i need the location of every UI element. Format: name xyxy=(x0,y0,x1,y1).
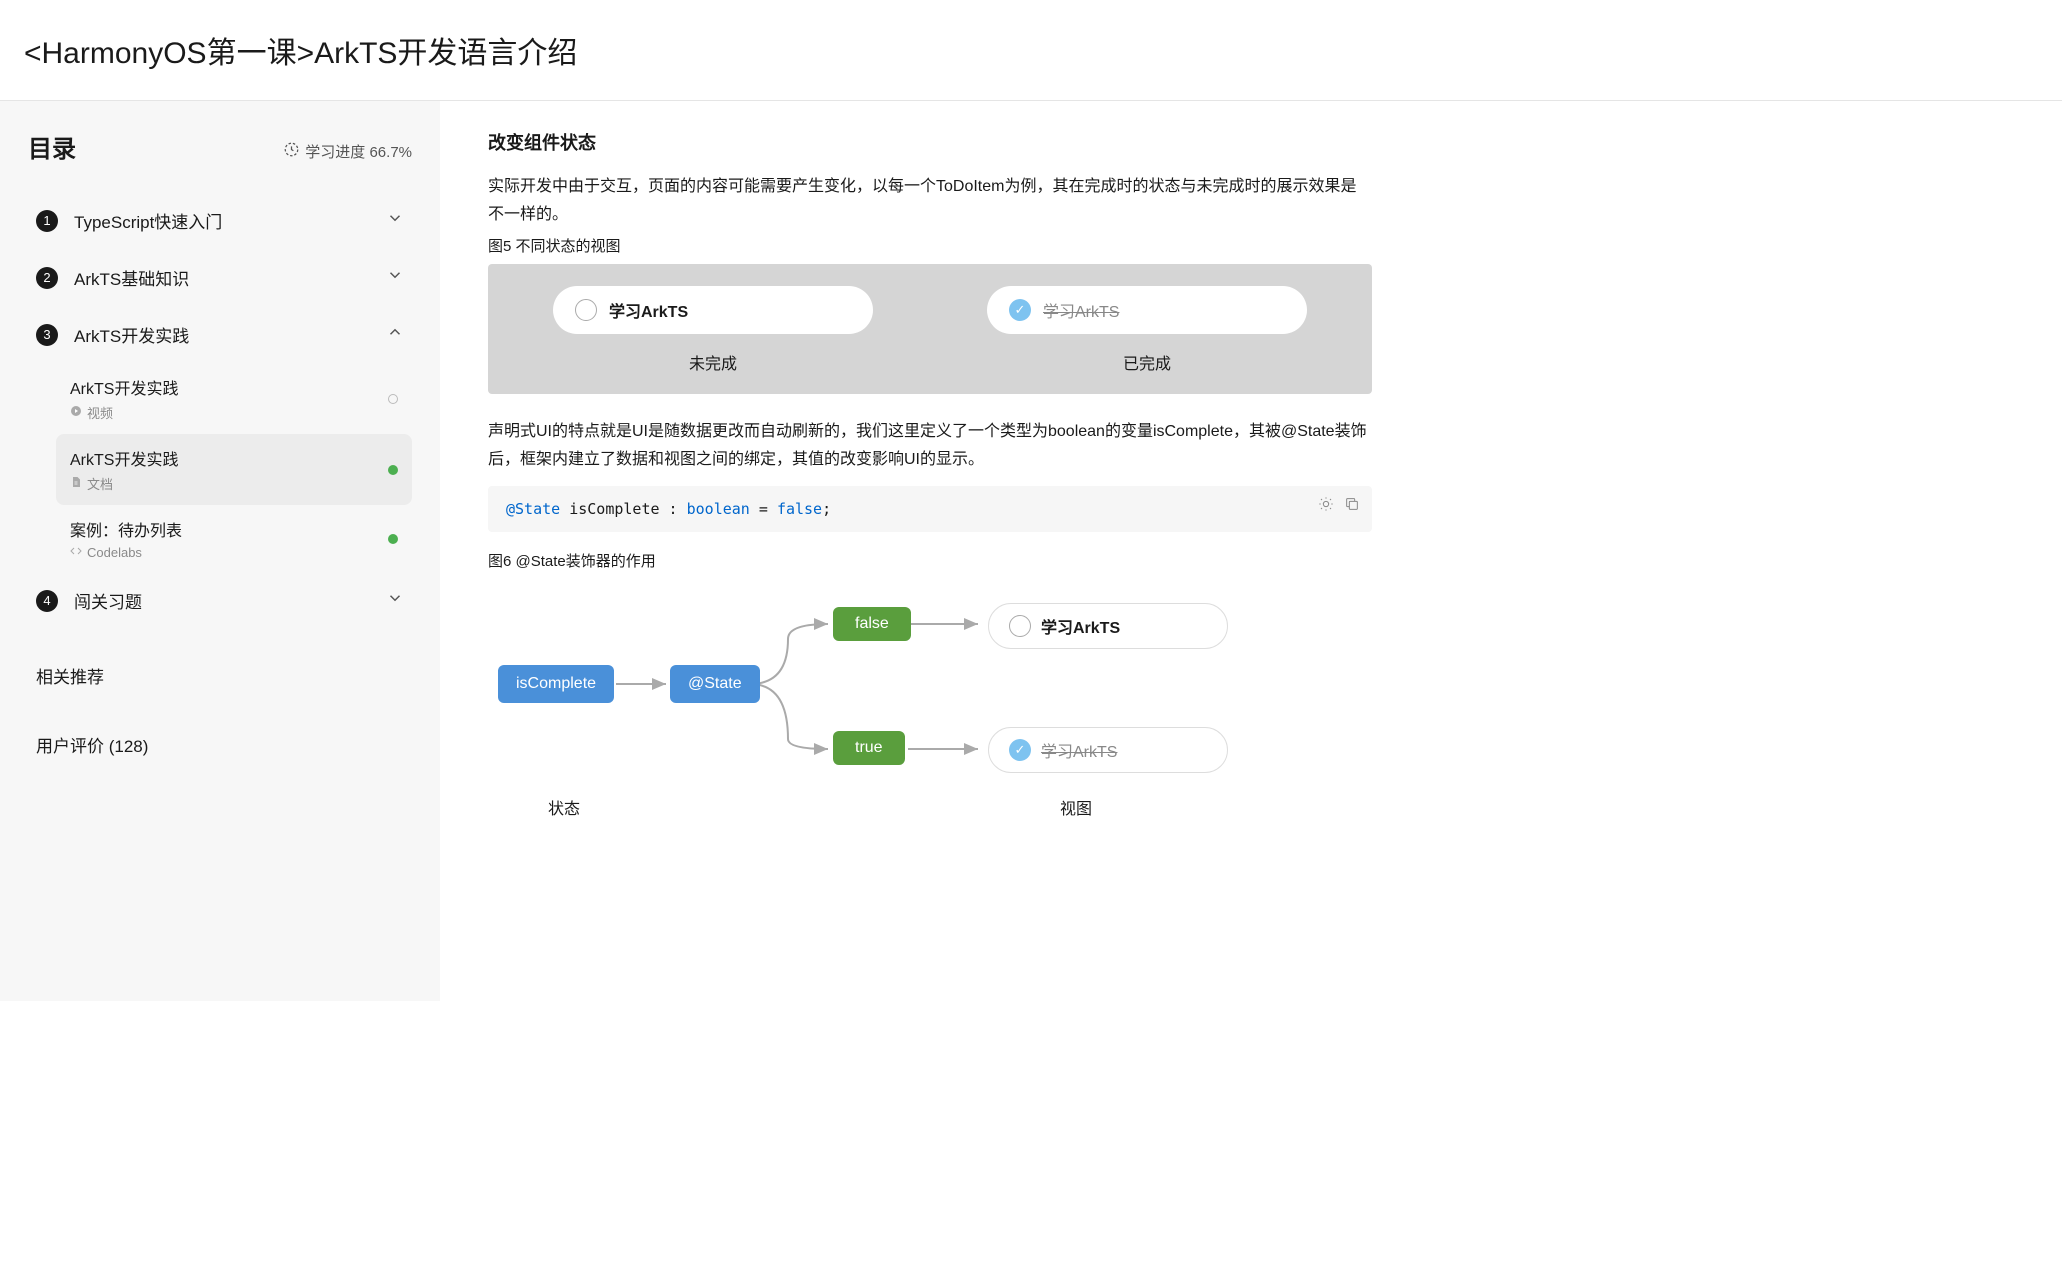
code-block: @State isComplete : boolean = false; xyxy=(488,486,1372,532)
toc-number-badge: 3 xyxy=(36,324,58,346)
code-assign: = xyxy=(750,500,777,518)
todo-text: 学习ArkTS xyxy=(609,298,688,322)
section-heading: 改变组件状态 xyxy=(488,129,1372,155)
progress-text: 学习进度 66.7% xyxy=(305,141,412,162)
sub-item-doc[interactable]: ArkTS开发实践 文档 xyxy=(56,434,412,505)
sub-item-title: ArkTS开发实践 xyxy=(70,375,398,399)
diagram-node-state: @State xyxy=(670,665,760,703)
diagram-node-variable: isComplete xyxy=(498,665,614,703)
code-decorator: @State xyxy=(506,500,560,518)
status-dot-incomplete xyxy=(388,394,398,404)
diagram-node-false: false xyxy=(833,607,911,641)
reviews-section[interactable]: 用户评价 (128) xyxy=(28,722,412,767)
figure6-axis-labels: 状态 视图 xyxy=(488,795,1372,819)
todo-card-complete: ✓ 学习ArkTS xyxy=(987,286,1307,334)
checkbox-checked-icon: ✓ xyxy=(1009,739,1031,761)
related-section[interactable]: 相关推荐 xyxy=(28,653,412,698)
figure5-caption: 图5 不同状态的视图 xyxy=(488,235,1372,256)
checkbox-empty-icon xyxy=(575,299,597,321)
play-icon xyxy=(70,405,82,420)
sub-item-video[interactable]: ArkTS开发实践 视频 xyxy=(56,363,412,434)
code-semi: ; xyxy=(822,500,831,518)
clock-icon xyxy=(284,142,299,161)
chevron-down-icon xyxy=(386,266,404,289)
toc-item-1[interactable]: 1 TypeScript快速入门 xyxy=(28,192,412,249)
state-label-complete: 已完成 xyxy=(1123,350,1171,374)
diagram-node-true: true xyxy=(833,731,905,765)
toc-number-badge: 2 xyxy=(36,267,58,289)
toc-item-4[interactable]: 4 闯关习题 xyxy=(28,572,412,629)
main-content: 改变组件状态 实际开发中由于交互，页面的内容可能需要产生变化，以每一个ToDoI… xyxy=(440,101,1420,1001)
status-dot-complete xyxy=(388,465,398,475)
toc-label: ArkTS基础知识 xyxy=(74,265,386,290)
figure5: 学习ArkTS 未完成 ✓ 学习ArkTS 已完成 xyxy=(488,264,1372,394)
toc-item-2[interactable]: 2 ArkTS基础知识 xyxy=(28,249,412,306)
theme-toggle-icon[interactable] xyxy=(1318,496,1334,516)
sub-item-title: 案例：待办列表 xyxy=(70,517,398,541)
toc-number-badge: 1 xyxy=(36,210,58,232)
code-value: false xyxy=(777,500,822,518)
sub-item-type: 文档 xyxy=(87,474,113,493)
sub-item-codelab[interactable]: 案例：待办列表 Codelabs xyxy=(56,505,412,572)
paragraph-1: 实际开发中由于交互，页面的内容可能需要产生变化，以每一个ToDoItem为例，其… xyxy=(488,173,1372,229)
chevron-down-icon xyxy=(386,209,404,232)
todo-card-incomplete: 学习ArkTS xyxy=(553,286,873,334)
view-text: 学习ArkTS xyxy=(1041,614,1120,638)
code-type: boolean xyxy=(687,500,750,518)
chevron-up-icon xyxy=(386,323,404,346)
toc-label: 闯关习题 xyxy=(74,588,386,613)
toc-label: ArkTS开发实践 xyxy=(74,322,386,347)
sub-item-title: ArkTS开发实践 xyxy=(70,446,398,470)
sub-item-type: Codelabs xyxy=(87,545,142,560)
diagram-view-complete: ✓ 学习ArkTS xyxy=(988,727,1228,773)
chevron-down-icon xyxy=(386,589,404,612)
copy-icon[interactable] xyxy=(1344,496,1360,516)
view-text-done: 学习ArkTS xyxy=(1041,738,1117,762)
todo-text-done: 学习ArkTS xyxy=(1043,298,1119,322)
state-label-incomplete: 未完成 xyxy=(689,350,737,374)
toc-title: 目录 xyxy=(28,129,76,164)
page-title: <HarmonyOS第一课>ArkTS开发语言介绍 xyxy=(0,0,2062,100)
sub-item-type: 视频 xyxy=(87,403,113,422)
toc-number-badge: 4 xyxy=(36,590,58,612)
figure6: isComplete @State false true 学习ArkTS ✓ 学… xyxy=(488,579,1372,789)
toc-item-3[interactable]: 3 ArkTS开发实践 xyxy=(28,306,412,363)
code-icon xyxy=(70,545,82,560)
checkbox-checked-icon: ✓ xyxy=(1009,299,1031,321)
diagram-view-incomplete: 学习ArkTS xyxy=(988,603,1228,649)
code-var: isComplete : xyxy=(560,500,686,518)
paragraph-2: 声明式UI的特点就是UI是随数据更改而自动刷新的，我们这里定义了一个类型为boo… xyxy=(488,418,1372,474)
progress-indicator: 学习进度 66.7% xyxy=(284,141,412,162)
document-icon xyxy=(70,476,82,491)
status-dot-complete xyxy=(388,534,398,544)
toc-label: TypeScript快速入门 xyxy=(74,208,386,233)
sidebar: 目录 学习进度 66.7% 1 TypeScript快速入门 2 ArkTS基础… xyxy=(0,101,440,1001)
axis-label-state: 状态 xyxy=(548,795,580,819)
checkbox-empty-icon xyxy=(1009,615,1031,637)
figure6-caption: 图6 @State装饰器的作用 xyxy=(488,550,1372,571)
axis-label-view: 视图 xyxy=(1060,795,1092,819)
